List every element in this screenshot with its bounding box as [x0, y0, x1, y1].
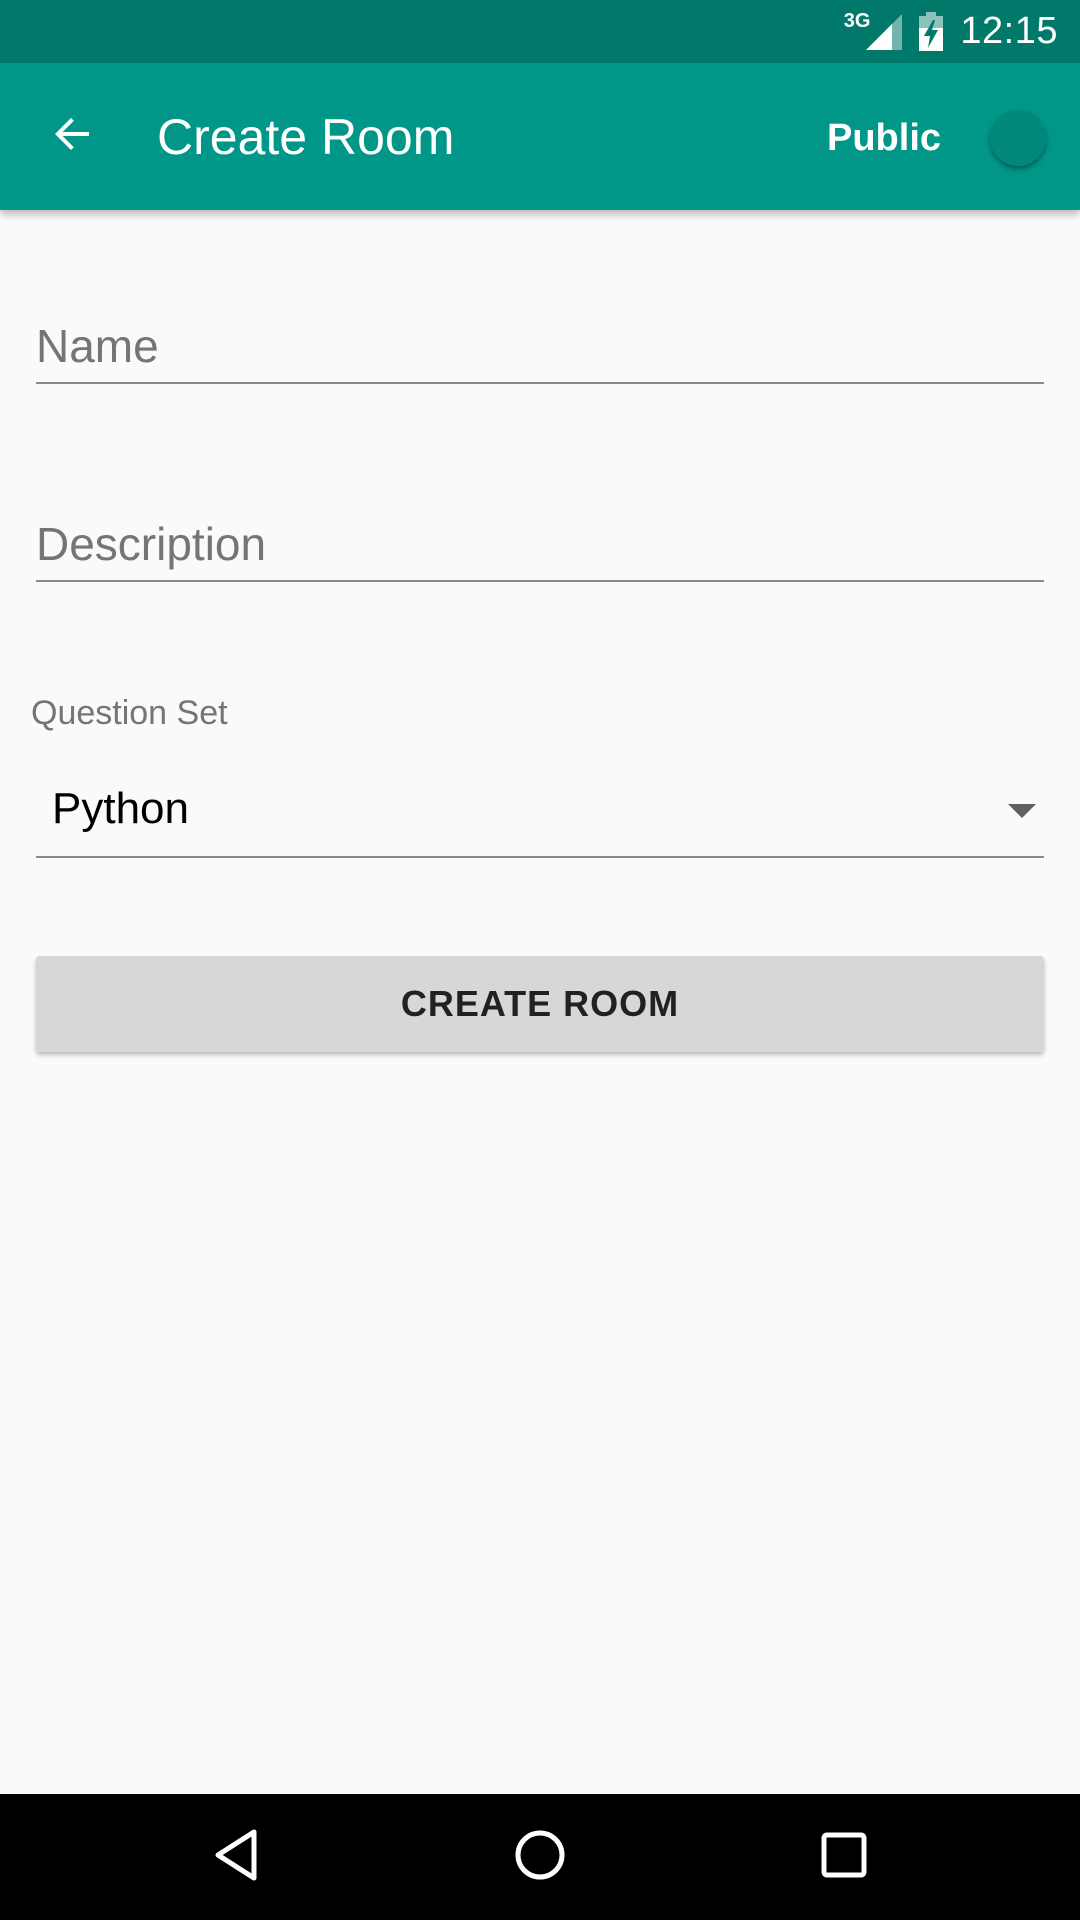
public-toggle[interactable] [990, 110, 1046, 166]
nav-back-button[interactable] [196, 1817, 276, 1897]
back-button[interactable] [38, 101, 108, 171]
recents-square-icon [820, 1831, 868, 1884]
dropdown-arrow-icon [1008, 804, 1036, 818]
battery-charging-icon [918, 11, 944, 52]
description-field-container [36, 508, 1044, 582]
signal-icon [864, 12, 904, 52]
home-circle-icon [513, 1828, 567, 1887]
description-input[interactable] [36, 508, 1044, 580]
nav-recents-button[interactable] [804, 1817, 884, 1897]
back-triangle-icon [212, 1828, 260, 1887]
create-room-button[interactable]: CREATE ROOM [36, 956, 1044, 1052]
name-input[interactable] [36, 310, 1044, 382]
question-set-selected-value: Python [52, 784, 189, 833]
page-title: Create Room [157, 109, 455, 165]
nav-home-button[interactable] [500, 1817, 580, 1897]
question-set-dropdown[interactable]: Python [36, 768, 1044, 858]
status-bar: 3G 12:15 [0, 0, 1080, 63]
app-toolbar: Create Room Public [0, 63, 1080, 210]
status-icons: 3G 12:15 [844, 0, 1058, 63]
system-nav-bar [0, 1794, 1080, 1920]
arrow-back-icon [49, 110, 97, 163]
question-set-label: Question Set [31, 694, 228, 732]
status-clock: 12:15 [960, 10, 1058, 52]
name-field-container [36, 310, 1044, 384]
public-switch-label: Public [827, 117, 942, 159]
network-type-label: 3G [843, 10, 871, 32]
